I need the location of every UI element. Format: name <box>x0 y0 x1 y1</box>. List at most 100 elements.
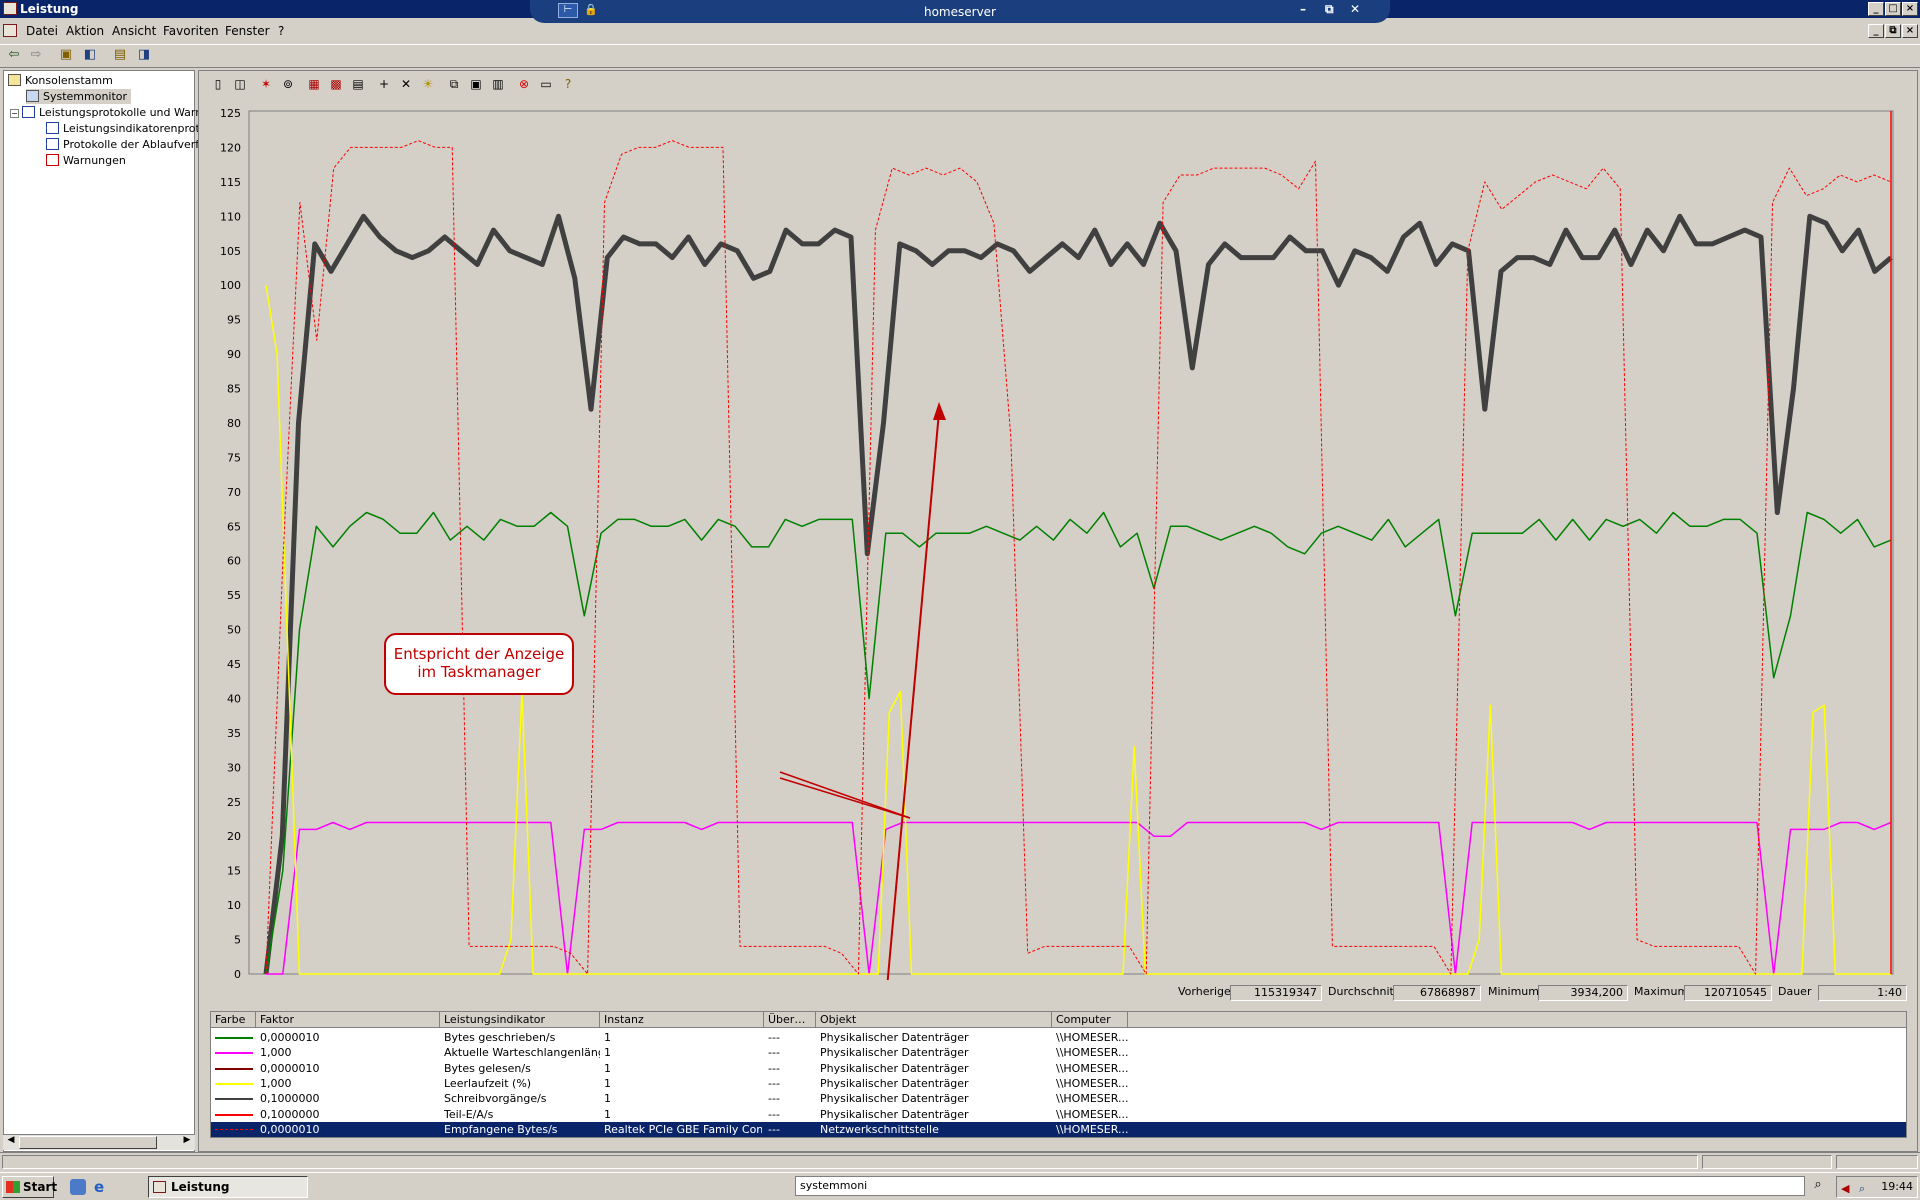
legend-row[interactable]: 0,0000010 Empfangene Bytes/s Realtek PCIe … <box>211 1121 1906 1137</box>
chart-icon <box>46 122 59 134</box>
back-arrow-icon[interactable]: ⇦ <box>4 45 24 65</box>
min-label: Minimum <box>1488 985 1539 998</box>
y-tick-label: 40 <box>227 692 241 705</box>
y-tick-label: 55 <box>227 589 241 602</box>
legend-cell-parent: --- <box>768 1092 780 1106</box>
monitor-icon <box>26 90 39 102</box>
internet-explorer-icon[interactable]: e <box>94 1179 110 1195</box>
menu-fenster[interactable]: Fenster <box>225 24 270 38</box>
main-toolbar: ⇦ ⇨ ▣ ◧ ▤ ◨ <box>0 44 1920 68</box>
y-tick-label: 0 <box>234 968 241 980</box>
menu-help[interactable]: ? <box>278 24 284 38</box>
col-instanz[interactable]: Instanz <box>600 1012 764 1028</box>
col-leistungsindikator[interactable]: Leistungsindikator <box>440 1012 600 1028</box>
tree-item-warnungen[interactable]: Warnungen <box>46 153 126 168</box>
legend-cell-counter: Bytes geschrieben/s <box>444 1031 556 1044</box>
color-swatch <box>215 1098 253 1101</box>
y-tick-label: 75 <box>227 451 241 464</box>
legend-cell-object: Netzwerkschnittstelle <box>820 1122 939 1136</box>
y-tick-label: 85 <box>227 383 241 396</box>
legend-row[interactable]: 1,000 Leerlaufzeit (%) 1 --- Physikalischer … <box>211 1076 1906 1091</box>
legend-row[interactable]: 0,0000010 Bytes geschrieben/s 1 --- Physikal… <box>211 1030 1906 1045</box>
remote-close-icon[interactable]: ✕ <box>1350 2 1360 16</box>
help-book-icon[interactable]: ? <box>557 73 579 93</box>
view-log-data-icon[interactable]: ⊚ <box>277 73 299 93</box>
legend-cell-computer: \\HOMESER... <box>1056 1061 1128 1075</box>
menu-datei[interactable]: Datei <box>26 24 58 38</box>
view-current-activity-icon[interactable]: ✶ <box>255 73 277 93</box>
minimize-button[interactable]: _ <box>1868 2 1884 16</box>
legend-cell-instance: 1 <box>604 1092 611 1106</box>
new-counter-set-icon[interactable]: ▯ <box>207 73 229 93</box>
start-button[interactable]: Start <box>2 1176 57 1198</box>
scroll-thumb[interactable] <box>19 1136 157 1149</box>
legend-row[interactable]: 0,1000000 Schreibvorgänge/s 1 --- Physikalis… <box>211 1091 1906 1106</box>
delete-counter-icon[interactable]: ✕ <box>395 73 417 93</box>
taskbar-button-leistung[interactable]: Leistung <box>148 1176 308 1198</box>
up-folder-icon[interactable]: ▣ <box>56 45 76 65</box>
view-histogram-icon[interactable]: ▩ <box>325 73 347 93</box>
legend-cell-object: Physikalischer Datenträger <box>820 1076 969 1090</box>
clock: 19:44 <box>1881 1180 1913 1193</box>
status-pane-2 <box>1702 1155 1832 1169</box>
legend-cell-instance: Realtek PCIe GBE Family Cont... <box>604 1122 762 1136</box>
remote-restore-icon[interactable]: ⧉ <box>1325 2 1334 17</box>
add-counter-icon[interactable]: + <box>373 73 395 93</box>
scroll-left-icon[interactable]: ◀ <box>3 1135 19 1150</box>
tree-item-systemmonitor[interactable]: Systemmonitor <box>26 89 132 104</box>
avg-label: Durchschnitt <box>1328 985 1399 998</box>
view-graph-icon[interactable]: ▦ <box>303 73 325 93</box>
child-close-button[interactable]: × <box>1902 24 1918 38</box>
color-swatch <box>215 1128 253 1131</box>
tree-item-leistungsindikatoren[interactable]: Leistungsindikatorenprotok <box>46 121 213 136</box>
tree-horizontal-scrollbar[interactable]: ◀ ▶ <box>3 1134 195 1150</box>
menu-favoriten[interactable]: Favoriten <box>163 24 219 38</box>
legend-row[interactable]: 0,1000000 Teil-E/A/s 1 --- Physikalischer Da… <box>211 1107 1906 1122</box>
tree-item-ablaufverfolgung[interactable]: Protokolle der Ablaufverfol <box>46 137 209 152</box>
update-data-icon[interactable]: ▭ <box>535 73 557 93</box>
properties-icon[interactable]: ▥ <box>487 73 509 93</box>
menu-aktion[interactable]: Aktion <box>66 24 104 38</box>
address-toolbar-input[interactable]: systemmoni <box>795 1176 1805 1196</box>
child-restore-button[interactable]: ⧉ <box>1885 24 1901 38</box>
status-pane-3 <box>1836 1155 1918 1169</box>
volume-icon[interactable]: ◀ <box>1841 1179 1849 1199</box>
menu-ansicht[interactable]: Ansicht <box>112 24 156 38</box>
search-icon[interactable]: ⌕ <box>1808 1177 1828 1197</box>
y-tick-label: 35 <box>227 727 241 740</box>
col-faktor[interactable]: Faktor <box>256 1012 440 1028</box>
collapse-icon[interactable]: − <box>10 109 19 118</box>
legend-cell-instance: 1 <box>604 1046 611 1060</box>
legend-row[interactable]: 0,0000010 Bytes gelesen/s 1 --- Physikalisch… <box>211 1061 1906 1076</box>
child-minimize-button[interactable]: _ <box>1868 24 1884 38</box>
show-tree-icon[interactable]: ◧ <box>80 45 100 65</box>
legend-row[interactable]: 1,000 Aktuelle Warteschlangenlänge 1 --- Phy… <box>211 1045 1906 1060</box>
highlight-icon[interactable]: ☀ <box>417 73 439 93</box>
show-desktop-icon[interactable] <box>70 1179 86 1195</box>
tree-item-leistungsprotokolle[interactable]: − Leistungsprotokolle und Warnu <box>10 105 209 120</box>
y-tick-label: 70 <box>227 486 241 499</box>
legend-cell-counter: Schreibvorgänge/s <box>444 1092 547 1106</box>
clear-display-icon[interactable]: ◫ <box>229 73 251 93</box>
taskbar-button-label: Leistung <box>171 1180 230 1194</box>
help-icon[interactable]: ▤ <box>110 45 130 65</box>
status-pane-main <box>2 1155 1698 1169</box>
tree-item-konsolenstamm[interactable]: Konsolenstamm <box>8 73 113 88</box>
col-farbe[interactable]: Farbe <box>211 1012 256 1028</box>
maximize-button[interactable]: □ <box>1885 2 1901 16</box>
paste-counter-list-icon[interactable]: ▣ <box>465 73 487 93</box>
forward-arrow-icon[interactable]: ⇨ <box>26 45 46 65</box>
new-window-icon[interactable]: ◨ <box>134 45 154 65</box>
freeze-display-icon[interactable]: ⊗ <box>513 73 535 93</box>
network-icon[interactable]: ⌕ <box>1859 1179 1865 1199</box>
view-report-icon[interactable]: ▤ <box>347 73 369 93</box>
copy-properties-icon[interactable]: ⧉ <box>443 73 465 93</box>
y-tick-label: 115 <box>220 176 241 189</box>
col-objekt[interactable]: Objekt <box>816 1012 1052 1028</box>
remote-minimize-icon[interactable]: – <box>1300 2 1306 16</box>
scroll-right-icon[interactable]: ▶ <box>179 1135 195 1150</box>
col-uebergeordnet[interactable]: Über… <box>764 1012 816 1028</box>
close-button[interactable]: × <box>1902 2 1918 16</box>
col-computer[interactable]: Computer <box>1052 1012 1128 1028</box>
legend-cell-parent: --- <box>768 1076 780 1090</box>
